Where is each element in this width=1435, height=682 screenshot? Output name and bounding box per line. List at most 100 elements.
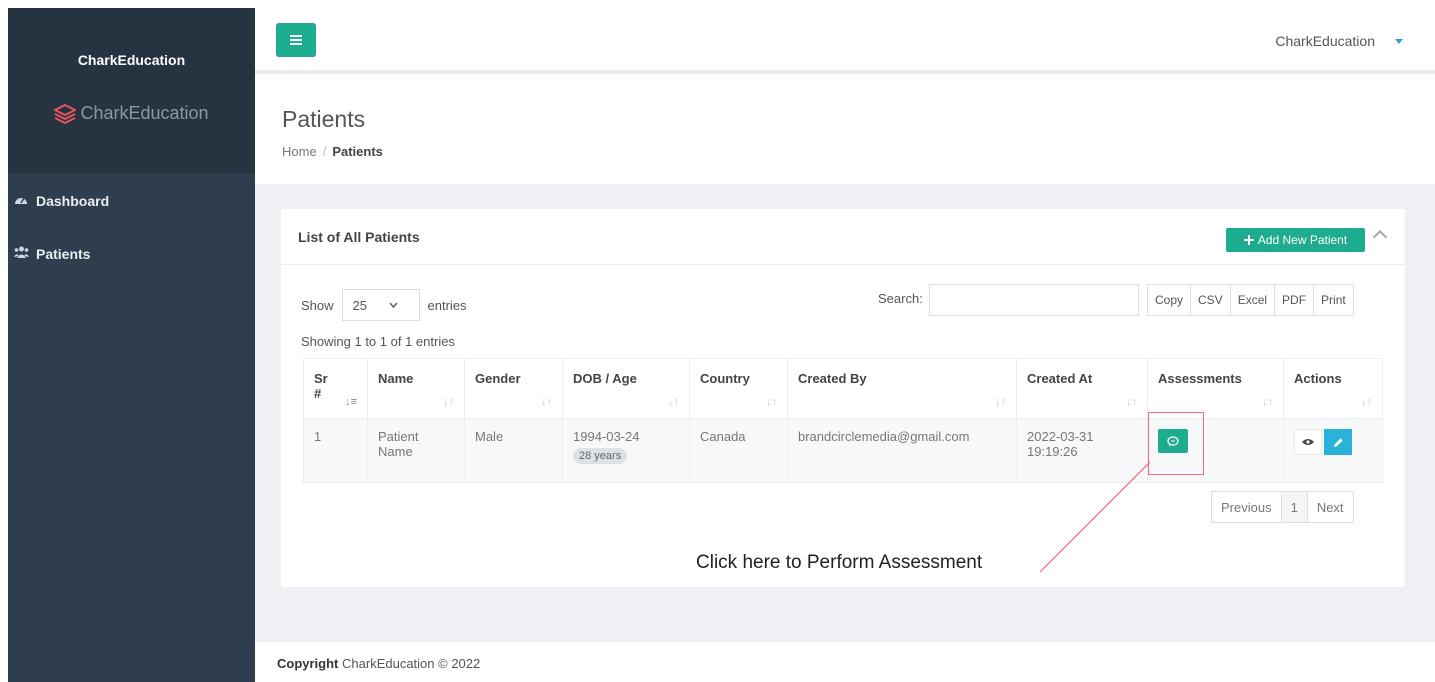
print-button[interactable]: Print (1314, 285, 1353, 315)
cell-gender: Male (464, 418, 563, 483)
layers-logo-icon (54, 103, 77, 124)
sort-icon: ↓↑ (995, 396, 1006, 408)
column-header-created-by[interactable]: Created By ↓↑ (787, 358, 1017, 419)
page-1-button[interactable]: 1 (1281, 492, 1308, 522)
column-header-country[interactable]: Country ↓↑ (689, 358, 788, 419)
sort-icon: ↓↑ (443, 396, 454, 408)
column-header-label: Actions (1294, 371, 1342, 386)
users-icon (14, 246, 36, 261)
cell-created-by: brandcirclemedia@gmail.com (787, 418, 1017, 483)
chevron-up-icon[interactable] (1372, 229, 1388, 245)
pencil-icon (1333, 438, 1342, 447)
patients-table: Sr # ↓≡ Name ↓↑ Gender ↓↑ DOB / Age ↓↑ Count… (303, 358, 1383, 483)
sidebar-toggle-button[interactable] (276, 23, 316, 57)
entries-label: entries (427, 297, 467, 313)
sidebar-item-label: Dashboard (36, 192, 110, 209)
sort-icon: ↓↑ (541, 396, 552, 408)
column-header-label: Country (700, 371, 750, 386)
card-title: List of All Patients (298, 229, 420, 245)
table-header-row: Sr # ↓≡ Name ↓↑ Gender ↓↑ DOB / Age ↓↑ Count… (303, 358, 1383, 419)
page-heading: Patients Home / Patients (255, 78, 1435, 184)
logo-text: CharkEducation (80, 103, 209, 123)
copy-button[interactable]: Copy (1148, 285, 1192, 315)
age-badge: 28 years (573, 448, 628, 464)
excel-button[interactable]: Excel (1231, 285, 1276, 315)
column-header-label: DOB / Age (573, 371, 637, 386)
breadcrumb-current: Patients (332, 144, 383, 159)
annotation-highlight-box (1148, 412, 1204, 475)
add-new-patient-label: Add New Patient (1257, 233, 1348, 247)
dashboard-icon (14, 193, 36, 208)
hamburger-icon (290, 39, 302, 41)
sort-icon: ↓↑ (766, 396, 777, 408)
table-row: 1 Patient Name Male 1994-03-24 28 years … (303, 418, 1383, 483)
pdf-button[interactable]: PDF (1275, 285, 1315, 315)
sidebar-item-dashboard[interactable]: Dashboard (8, 187, 255, 214)
breadcrumb-home[interactable]: Home (282, 144, 317, 159)
page-title: Patients (282, 106, 366, 132)
show-label: Show (301, 297, 334, 313)
csv-button[interactable]: CSV (1191, 285, 1231, 315)
pagination: Previous 1 Next (1211, 491, 1354, 523)
cell-sr: 1 (303, 418, 368, 483)
column-header-label: Sr # (314, 371, 328, 401)
row-actions (1294, 429, 1352, 455)
caret-down-icon (1395, 38, 1403, 44)
previous-page-button[interactable]: Previous (1212, 492, 1282, 522)
column-header-label: Created By (798, 371, 867, 386)
footer-copyright-label: Copyright (277, 656, 339, 671)
column-header-label: Name (378, 371, 414, 386)
patients-card: List of All Patients Add New Patient Sho… (281, 209, 1405, 587)
footer-text: CharkEducation © 2022 (342, 656, 481, 671)
column-header-label: Gender (475, 371, 521, 386)
sidebar-item-patients[interactable]: Patients (8, 240, 255, 267)
sort-icon: ↓↑ (1262, 396, 1273, 408)
sidebar-nav: Dashboard Patients (8, 173, 255, 267)
cell-country: Canada (689, 418, 788, 483)
column-header-label: Created At (1027, 371, 1093, 386)
column-header-label: Assessments (1158, 371, 1242, 386)
column-header-assessments[interactable]: Assessments ↓↑ (1147, 358, 1284, 419)
table-info: Showing 1 to 1 of 1 entries (301, 334, 455, 349)
sidebar: CharkEducation CharkEducation Dashboard … (8, 8, 255, 682)
sort-icon: ↓↑ (1126, 396, 1137, 408)
eye-icon (1302, 439, 1314, 445)
card-header: List of All Patients Add New Patient (281, 209, 1405, 265)
chevron-down-icon (389, 302, 398, 308)
dob-value: 1994-03-24 (573, 429, 640, 444)
search-input[interactable] (929, 284, 1139, 316)
brand-area: CharkEducation CharkEducation (8, 8, 255, 173)
sort-icon: ↓↑ (668, 396, 679, 408)
export-buttons: Copy CSV Excel PDF Print (1147, 284, 1354, 316)
plus-icon (1243, 235, 1254, 245)
sort-icon: ↓↑ (1361, 396, 1372, 408)
view-button[interactable] (1294, 429, 1322, 455)
page-length-select[interactable]: 25 (341, 289, 420, 321)
column-header-gender[interactable]: Gender ↓↑ (464, 358, 563, 419)
user-menu[interactable]: CharkEducation (1275, 33, 1403, 49)
breadcrumb: Home / Patients (282, 144, 383, 159)
cell-name: Patient Name (367, 418, 465, 483)
column-header-dob-age[interactable]: DOB / Age ↓↑ (562, 358, 690, 419)
column-header-sr[interactable]: Sr # ↓≡ (303, 358, 368, 419)
page-length-value: 25 (352, 297, 367, 313)
column-header-actions[interactable]: Actions ↓↑ (1283, 358, 1383, 419)
column-header-created-at[interactable]: Created At ↓↑ (1016, 358, 1148, 419)
annotation-label: Click here to Perform Assessment (696, 552, 983, 573)
sort-asc-icon: ↓≡ (345, 396, 357, 408)
brand-title[interactable]: CharkEducation (8, 52, 255, 68)
top-navbar: CharkEducation (255, 8, 1435, 74)
edit-button[interactable] (1324, 429, 1352, 455)
page-length-control: Show 25 entries (301, 289, 467, 321)
breadcrumb-separator: / (322, 144, 327, 159)
cell-created-at: 2022-03-31 19:19:26 (1016, 418, 1148, 483)
add-new-patient-button[interactable]: Add New Patient (1226, 228, 1365, 252)
column-header-name[interactable]: Name ↓↑ (367, 358, 465, 419)
brand-logo[interactable]: CharkEducation (8, 103, 255, 124)
cell-actions (1283, 418, 1383, 483)
search-label: Search: (878, 291, 923, 306)
next-page-button[interactable]: Next (1308, 492, 1353, 522)
sidebar-item-label: Patients (36, 245, 91, 262)
footer: Copyright CharkEducation © 2022 (255, 641, 1435, 682)
cell-dob-age: 1994-03-24 28 years (562, 418, 690, 483)
